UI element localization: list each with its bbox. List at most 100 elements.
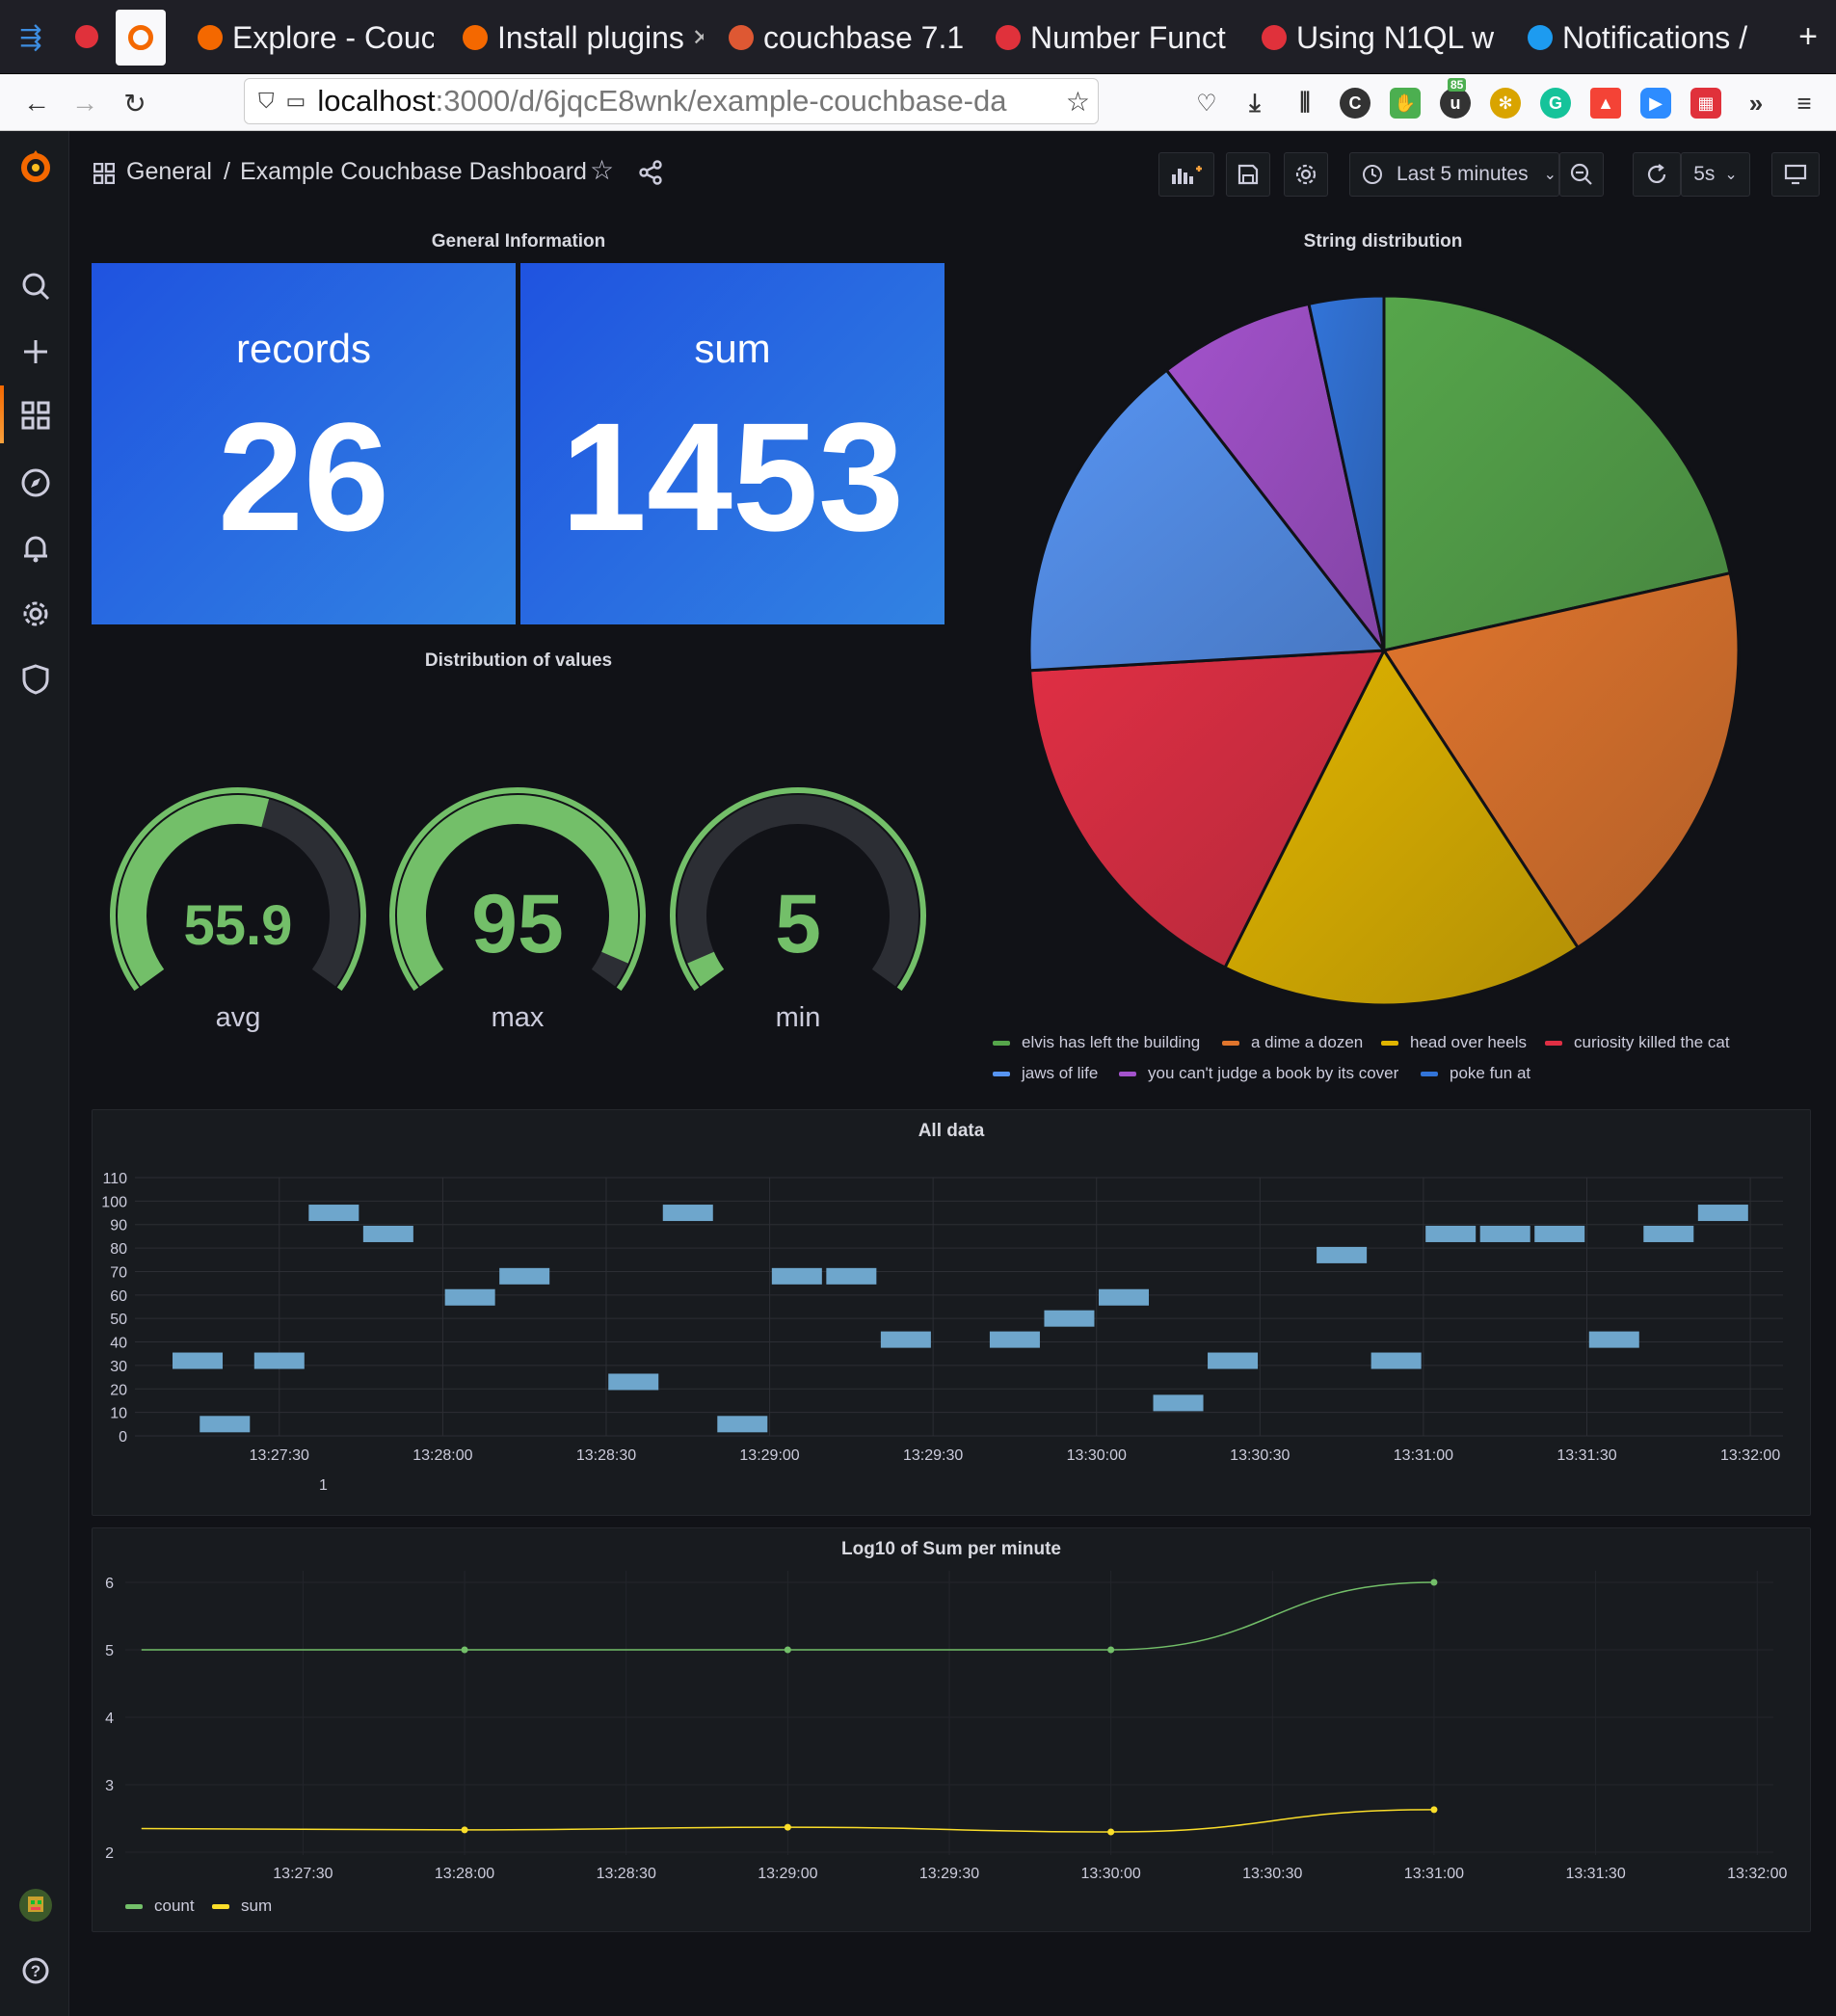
explore-compass-icon[interactable] [17,464,54,501]
extension-red-icon[interactable]: ▦ [1690,88,1721,119]
bookmark-star-icon[interactable]: ☆ [1065,85,1090,118]
back-arrow-icon[interactable]: ← [15,82,58,124]
url-bar[interactable]: ⛉ ▭ localhost:3000/d/6jqcE8wnk/example-c… [244,78,1099,124]
dashboard-title[interactable]: Example Couchbase Dashboard [240,158,587,186]
chart-footer-label: 1 [319,1477,328,1494]
data-bar [608,1373,659,1391]
save-dashboard-button[interactable] [1226,152,1270,197]
browser-tab[interactable]: Explore - Couc ✕ [198,8,434,67]
legend-swatch [993,1071,1010,1076]
grafana-sidebar: ? [0,131,69,2016]
legend-swatch [1119,1071,1136,1076]
pie-legend-item[interactable]: a dime a dozen [1222,1033,1363,1052]
server-admin-shield-icon[interactable] [17,661,54,698]
pie-legend-item[interactable]: curiosity killed the cat [1545,1033,1730,1052]
panel-title-distribution[interactable]: Distribution of values [92,650,945,672]
forward-arrow-icon[interactable]: → [64,82,106,124]
data-bar [308,1205,359,1222]
tab-close-icon[interactable]: ✕ [692,24,704,52]
pie-legend-item[interactable]: elvis has left the building [993,1033,1200,1052]
panel-title-string-distribution[interactable]: String distribution [973,231,1793,252]
extension-hand-icon[interactable]: ✋ [1390,88,1421,119]
search-icon[interactable] [17,268,54,305]
dashboards-grid-icon [93,162,116,189]
tab-title: Using N1QL w [1296,19,1495,55]
data-bar [771,1267,822,1285]
star-icon[interactable]: ☆ [590,154,614,186]
pie-legend-item[interactable]: poke fun at [1421,1064,1530,1083]
y-tick-label: 2 [105,1845,114,1862]
gauge-value-max: 95 [471,878,564,970]
add-panel-button[interactable] [1158,152,1214,197]
extension-lighthouse-icon[interactable]: ▲ [1590,88,1621,119]
y-tick-label: 30 [110,1359,127,1375]
extension-c-icon[interactable]: C [1340,88,1370,119]
more-extensions-icon[interactable]: » [1741,88,1771,119]
tv-mode-button[interactable] [1771,152,1820,197]
pie-legend-item[interactable]: jaws of life [993,1064,1098,1083]
data-bar [717,1416,768,1433]
alerting-bell-icon[interactable] [17,530,54,567]
browser-tab[interactable]: Install plugins ✕ [463,8,704,67]
share-icon[interactable] [638,160,663,190]
gauge-panel: 55.9 95 5 [110,787,926,992]
legend-item-sum[interactable]: sum [212,1897,272,1916]
zoom-icon[interactable]: ▶ [1640,88,1671,119]
breadcrumb-folder[interactable]: General [126,158,212,186]
browser-tab[interactable]: Notifications / [1528,8,1769,67]
y-tick-label: 80 [110,1241,127,1258]
breadcrumb-separator: / [224,158,230,185]
pocket-icon[interactable]: ♡ [1191,88,1222,119]
y-tick-label: 0 [119,1429,127,1446]
pie-legend-item[interactable]: head over heels [1381,1033,1527,1052]
dashboards-grid-icon[interactable] [17,397,54,434]
pinned-tab-icon[interactable] [64,13,110,60]
new-tab-icon[interactable]: + [1785,13,1831,60]
help-icon[interactable]: ? [17,1952,54,1989]
legend-swatch [1381,1040,1398,1046]
browser-tab[interactable]: Number Funct ✕ [996,8,1232,67]
legend-swatch [1421,1071,1438,1076]
extension-cat-icon[interactable]: ✻ [1490,88,1521,119]
stat-sum: sum 1453 [520,263,945,624]
user-avatar[interactable] [17,1887,54,1923]
shield-icon[interactable]: ⛉ [258,89,275,114]
x-tick-label: 13:29:00 [739,1447,799,1464]
data-bar [362,1225,413,1242]
refresh-interval-picker[interactable]: 5s ⌄ [1681,152,1750,197]
browser-tab[interactable]: Using N1QL w ✕ [1262,8,1498,67]
zoom-out-button[interactable] [1559,152,1604,197]
y-tick-label: 60 [110,1288,127,1305]
y-tick-label: 4 [105,1711,114,1727]
menu-icon[interactable]: ≡ [1789,88,1820,119]
data-bar [1697,1205,1748,1222]
reload-icon[interactable]: ↻ [114,82,156,124]
panel-title-all-data[interactable]: All data [92,1121,1811,1142]
grammarly-icon[interactable]: G [1540,88,1571,119]
pie-legend-item[interactable]: you can't judge a book by its cover [1119,1064,1398,1083]
download-icon[interactable]: ⤓ [1239,88,1270,119]
time-range-picker[interactable]: Last 5 minutes ⌄ [1349,152,1559,197]
browser-tab-bar: ⇶ Explore - Couc ✕ Install plugins ✕ cou… [0,0,1836,74]
extension-badge-icon[interactable]: 85 u [1440,78,1471,119]
y-tick-label: 50 [110,1312,127,1328]
y-tick-label: 40 [110,1336,127,1352]
data-bar [499,1267,550,1285]
browser-tab[interactable]: couchbase 7.1 ✕ [729,8,970,67]
grafana-logo-icon[interactable] [17,148,54,185]
dashboard-settings-button[interactable] [1284,152,1328,197]
legend-swatch [1222,1040,1239,1046]
legend-item-count[interactable]: count [125,1897,195,1916]
gauge-label-min: min [775,1002,821,1033]
panel-title-log10[interactable]: Log10 of Sum per minute [92,1539,1811,1560]
panel-title-general-information[interactable]: General Information [92,231,945,252]
create-plus-icon[interactable] [17,333,54,370]
y-tick-label: 100 [101,1194,127,1210]
library-icon[interactable]: ⫼ [1290,88,1320,119]
legend-swatch [1545,1040,1562,1046]
series-point-count [461,1646,468,1654]
active-tab-grafana-icon[interactable] [116,10,166,66]
configuration-gear-icon[interactable] [17,596,54,632]
firefox-view-icon[interactable]: ⇶ [8,13,54,60]
refresh-button[interactable] [1633,152,1681,197]
